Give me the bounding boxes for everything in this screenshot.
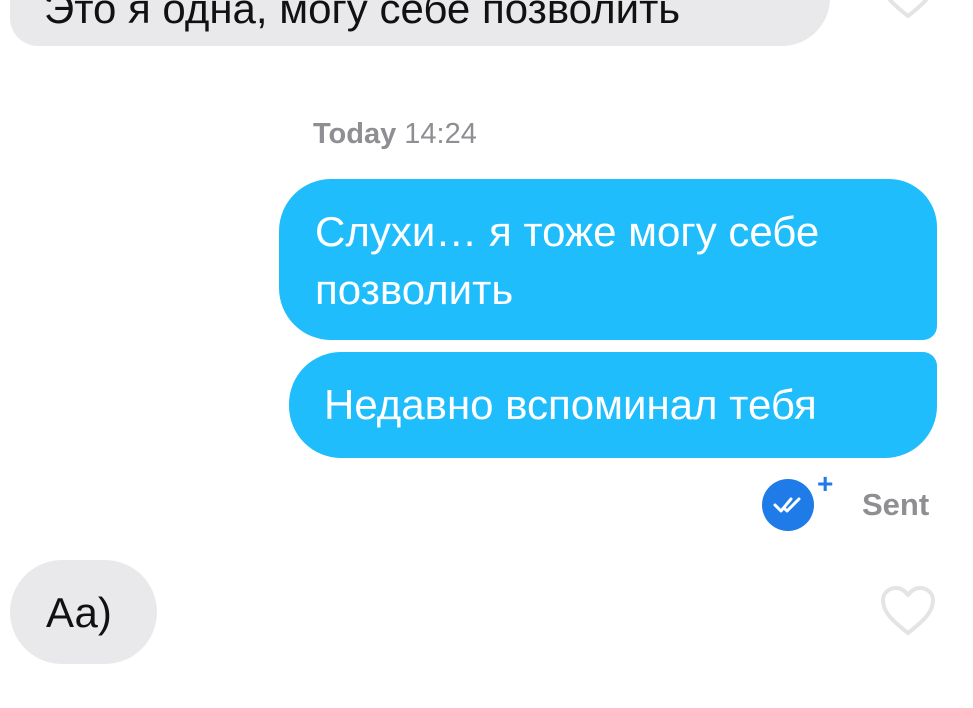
plus-icon: + [817,468,834,499]
chat-thread: Это я одна, могу себе позволить Today 14:… [0,0,973,708]
like-heart-icon[interactable] [880,585,936,637]
message-text: Это я одна, могу себе позволить [44,0,681,32]
timestamp-time: 14:24 [404,118,477,150]
timestamp-day: Today [313,118,397,150]
like-heart-icon[interactable] [880,0,936,20]
outgoing-message-bubble[interactable]: Слухи… я тоже могу себе позволить [279,179,937,340]
outgoing-message-bubble[interactable]: Недавно вспоминал тебя [289,352,937,458]
timestamp: Today 14:24 [313,118,477,151]
message-text: Аа) [46,589,112,636]
incoming-message-bubble[interactable]: Аа) [10,560,157,664]
double-check-icon [762,479,814,531]
message-text: Слухи… я тоже могу себе позволить [315,208,820,313]
incoming-message-bubble[interactable]: Это я одна, могу себе позволить [10,0,830,46]
sent-status: Sent [862,487,930,522]
message-text: Недавно вспоминал тебя [324,381,817,428]
